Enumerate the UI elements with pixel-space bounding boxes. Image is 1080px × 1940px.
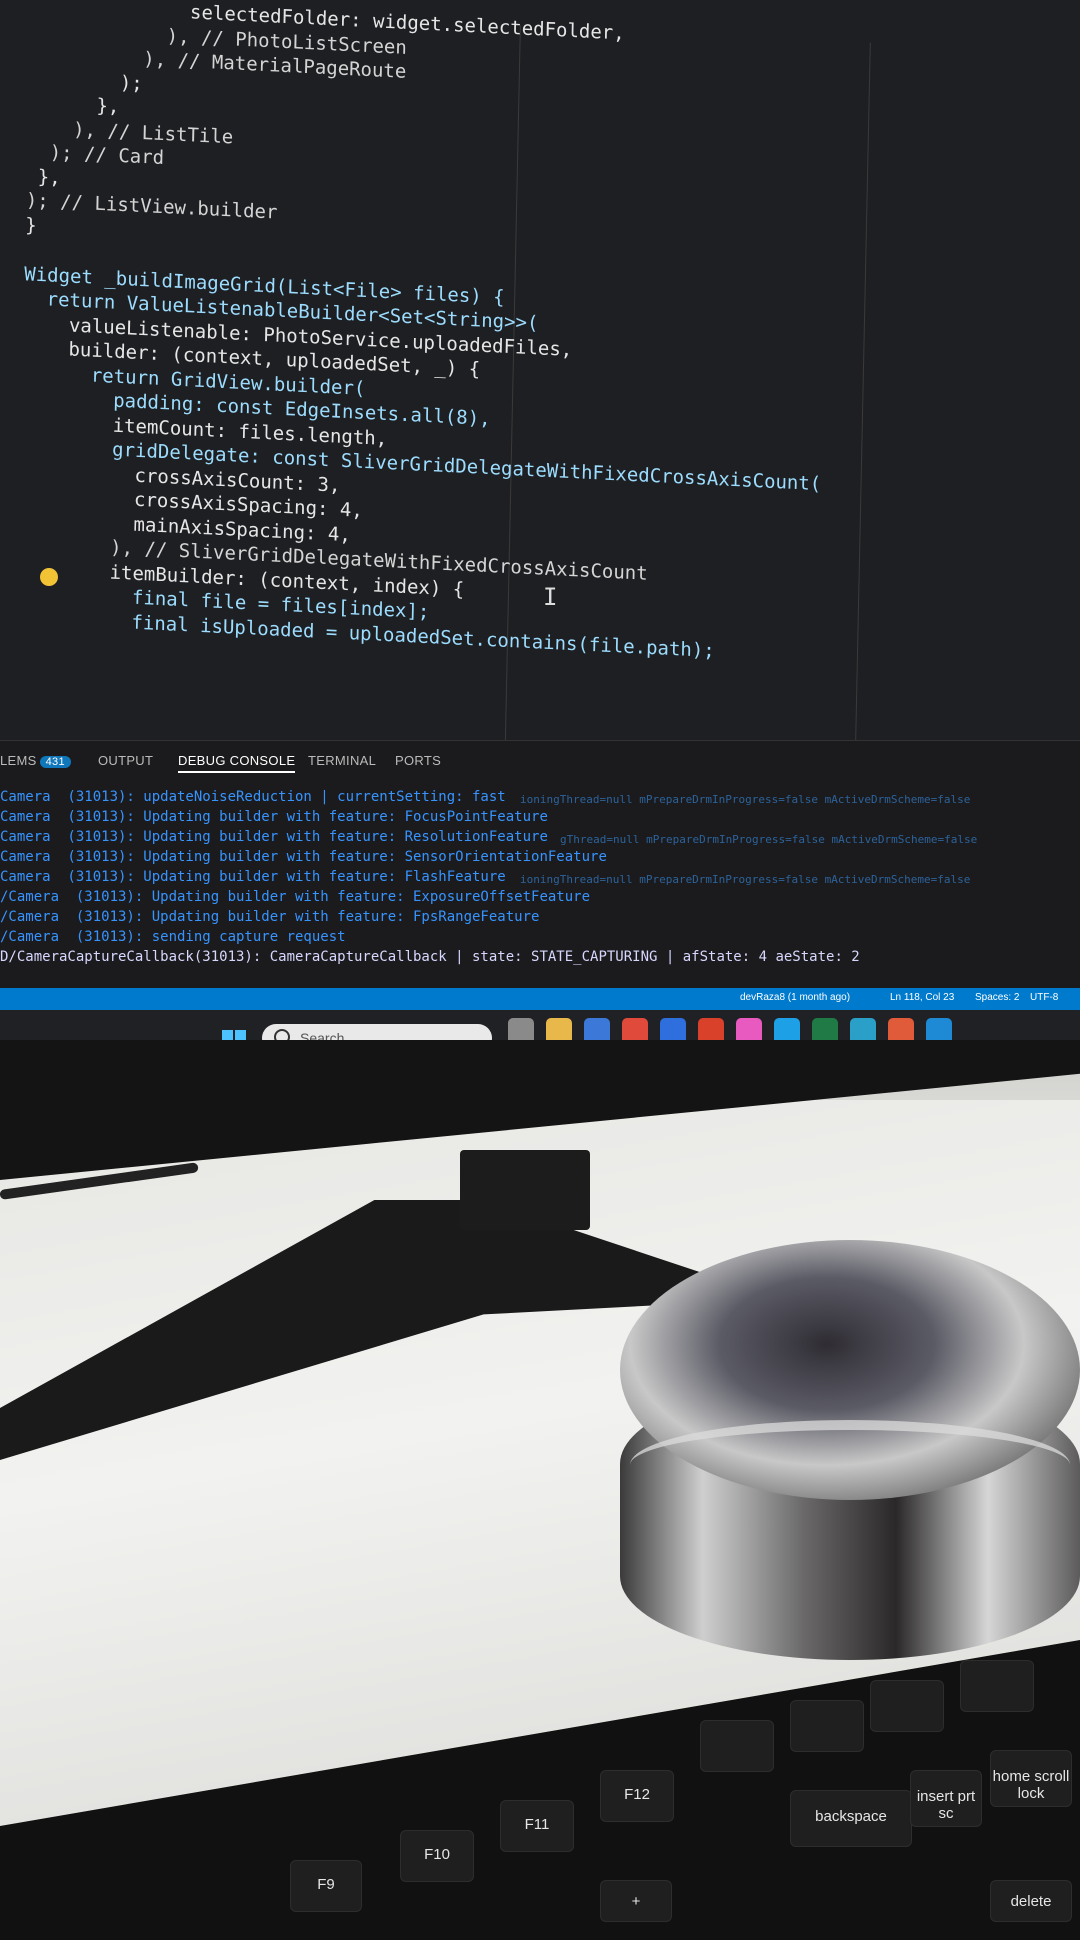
log-line: D/CameraCaptureCallback(31013): CameraCa… (0, 949, 860, 965)
keyboard-key[interactable]: home scroll lock (990, 1750, 1072, 1807)
taskbar-app-icon[interactable] (736, 1018, 762, 1040)
taskbar-app-icon[interactable] (926, 1018, 952, 1040)
tab-label: OUTPUT (98, 753, 154, 768)
overlapping-log-text: ioningThread=null mPrepareDrmInProgress=… (520, 873, 971, 886)
cursor-position[interactable]: Ln 118, Col 23 (890, 992, 954, 1003)
text-cursor-icon: I (543, 583, 558, 611)
code-line[interactable]: ); (28, 67, 143, 94)
key-label: F12 (624, 1786, 650, 1803)
keyboard-key[interactable] (700, 1720, 774, 1772)
overlapping-log-text: ioningThread=null mPrepareDrmInProgress=… (520, 793, 971, 806)
keyboard-key[interactable]: insert prt sc (910, 1770, 982, 1827)
tin-rim (630, 1420, 1070, 1510)
log-line: Camera (31013): Updating builder with fe… (0, 849, 607, 865)
key-label: backspace (815, 1807, 887, 1825)
taskbar-app-icon[interactable] (774, 1018, 800, 1040)
tab-terminal[interactable]: TERMINAL (308, 753, 376, 768)
tab-lems[interactable]: LEMS 431 (0, 753, 71, 768)
monitor: selectedFolder: widget.selectedFolder, )… (0, 0, 1080, 1180)
panel-tabs: LEMS 431 OUTPUT DEBUG CONSOLE TERMINAL PORTS (0, 747, 1080, 775)
taskbar-app-icon[interactable] (508, 1018, 534, 1040)
search-placeholder: Search (300, 1030, 345, 1040)
key-label: delete (1010, 1893, 1052, 1910)
key-label: + (631, 1893, 641, 1910)
key-label: insert prt sc (916, 1787, 976, 1822)
keyboard-key[interactable]: backspace (790, 1790, 912, 1847)
tab-ports[interactable]: PORTS (395, 753, 441, 768)
keyboard-key[interactable]: + (600, 1880, 672, 1922)
steel-tin-container (620, 1240, 1080, 1680)
keyboard-key[interactable] (870, 1680, 944, 1732)
keyboard-key[interactable]: F10 (400, 1830, 474, 1882)
code-line[interactable]: }, (26, 165, 61, 188)
log-line: Camera (31013): Updating builder with fe… (0, 829, 548, 845)
code-line[interactable]: ); // Card (27, 140, 165, 169)
indentation[interactable]: Spaces: 2 (975, 992, 1019, 1003)
code-line[interactable]: ); // ListView.builder (26, 189, 278, 223)
taskbar (0, 1010, 1080, 1040)
taskbar-app-icon[interactable] (546, 1018, 572, 1040)
windows-start-icon[interactable] (222, 1030, 246, 1040)
status-bar: devRaza8 (1 month ago) Ln 118, Col 23 Sp… (0, 988, 1080, 1010)
monitor-stand-neck (460, 1150, 590, 1230)
key-label: home scroll lock (992, 1767, 1070, 1802)
code-editor: selectedFolder: widget.selectedFolder, )… (0, 0, 1080, 792)
taskbar-app-icon[interactable] (584, 1018, 610, 1040)
code-line[interactable]: } (25, 214, 37, 237)
taskbar-app-icon[interactable] (812, 1018, 838, 1040)
git-blame[interactable]: devRaza8 (1 month ago) (740, 992, 850, 1003)
keyboard-key[interactable]: F11 (500, 1800, 574, 1852)
tab-debug-console[interactable]: DEBUG CONSOLE (178, 753, 296, 773)
bottom-panel: LEMS 431 OUTPUT DEBUG CONSOLE TERMINAL PORTS … (0, 740, 1080, 991)
keyboard-key[interactable] (960, 1660, 1034, 1712)
keyboard-key[interactable]: F12 (600, 1770, 674, 1822)
taskbar-app-icon[interactable] (850, 1018, 876, 1040)
log-line: /Camera (31013): Updating builder with f… (0, 909, 540, 925)
taskbar-app-icon[interactable] (622, 1018, 648, 1040)
indent-guide (854, 42, 871, 782)
key-label: F9 (317, 1876, 335, 1893)
keyboard-key[interactable] (790, 1700, 864, 1752)
code-line[interactable]: }, (28, 91, 119, 118)
problems-count-badge: 431 (39, 756, 71, 768)
tab-label: TERMINAL (308, 753, 377, 768)
log-line: Camera (31013): Updating builder with fe… (0, 809, 548, 825)
taskbar-search[interactable]: Search (262, 1024, 492, 1040)
tab-output[interactable]: OUTPUT (98, 753, 153, 768)
encoding[interactable]: UTF-8 (1030, 992, 1058, 1003)
key-label: F10 (424, 1846, 450, 1863)
monitor-screen: selectedFolder: widget.selectedFolder, )… (0, 0, 1080, 1040)
tab-label: DEBUG CONSOLE (178, 753, 296, 768)
tab-label: PORTS (395, 753, 442, 768)
taskbar-app-icon[interactable] (888, 1018, 914, 1040)
key-label: F11 (524, 1816, 550, 1833)
keyboard-key[interactable]: F9 (290, 1860, 362, 1912)
keyboard-key[interactable]: delete (990, 1880, 1072, 1922)
tab-label: LEMS (0, 753, 37, 768)
log-line: Camera (31013): Updating builder with fe… (0, 869, 506, 885)
log-line: Camera (31013): updateNoiseReduction | c… (0, 789, 506, 805)
lightbulb-icon[interactable] (40, 568, 58, 586)
overlapping-log-text: gThread=null mPrepareDrmInProgress=false… (560, 833, 978, 846)
search-icon (274, 1029, 290, 1040)
log-line: /Camera (31013): Updating builder with f… (0, 889, 591, 905)
taskbar-app-icon[interactable] (660, 1018, 686, 1040)
indent-guide (504, 25, 521, 765)
taskbar-app-icon[interactable] (698, 1018, 724, 1040)
log-line: /Camera (31013): sending capture request (0, 929, 346, 945)
